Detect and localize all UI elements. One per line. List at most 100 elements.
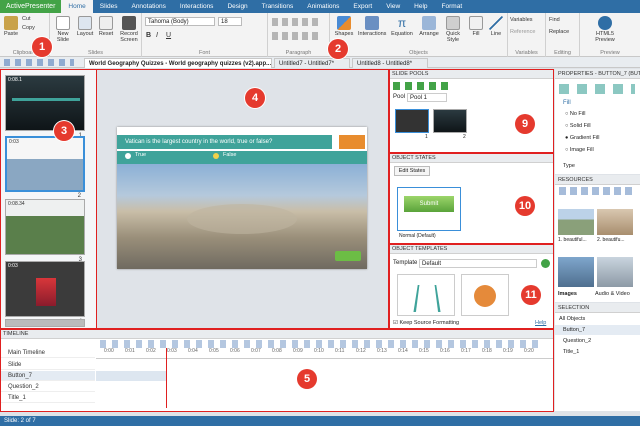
slide-thumb-1[interactable]: 0:08.1 1 [5, 75, 85, 139]
reference-button[interactable]: Reference [510, 29, 535, 35]
properties-panel: PROPERTIES - BUTTON_7 (BUTTON) Fill ○ No… [555, 69, 640, 174]
template-planet[interactable] [461, 274, 509, 316]
fill-option-none[interactable]: ○ No Fill [565, 111, 585, 117]
menu-tab-home[interactable]: Home [61, 0, 93, 13]
line-button[interactable]: Line [488, 16, 504, 37]
help-link[interactable]: Help [535, 320, 546, 326]
interactions-button[interactable]: Interactions [358, 16, 386, 37]
timeline-row[interactable]: Slide [0, 360, 95, 370]
resources-toolbar[interactable] [559, 187, 635, 195]
selection-item[interactable]: Title_1 [563, 349, 579, 355]
selection-item[interactable]: Button_7 [555, 325, 640, 335]
shapes-button[interactable]: Shapes [334, 16, 354, 37]
timeline-row[interactable]: Title_1 [0, 393, 95, 403]
selection-item[interactable]: Question_2 [563, 338, 591, 344]
editing-group-label: Editing [554, 50, 571, 56]
menu-tab-transitions[interactable]: Transitions [255, 0, 301, 13]
type-label: Type [563, 163, 575, 169]
copy-button[interactable]: Copy [22, 25, 35, 31]
doc-tab-world-geography[interactable]: World Geography Quizzes - World geograph… [84, 58, 272, 68]
arrange-button[interactable]: Arrange [418, 16, 440, 37]
equation-button[interactable]: π Equation [390, 16, 414, 37]
variables-group-label: Variables [515, 50, 538, 56]
resource-image-1[interactable] [558, 209, 594, 235]
find-button[interactable]: Find [549, 17, 560, 23]
new-slide-button[interactable]: New Slide [53, 16, 73, 43]
font-name-select[interactable]: Tahoma (Body) [145, 17, 215, 26]
slide-thumb-3[interactable]: 0:08.34 3 [5, 199, 85, 263]
alignment-controls[interactable] [272, 32, 322, 40]
menu-tab-animations[interactable]: Animations [300, 0, 346, 13]
replace-button[interactable]: Replace [549, 29, 569, 35]
menu-tab-help[interactable]: Help [407, 0, 434, 13]
add-template-icon[interactable] [541, 259, 550, 268]
resource-image-4[interactable] [597, 257, 633, 287]
fill-option-solid[interactable]: ○ Solid Fill [565, 123, 591, 129]
timeline-row[interactable]: Question_2 [0, 382, 95, 392]
selection-item[interactable]: All Objects [559, 316, 585, 322]
pool-slide-1[interactable] [395, 109, 429, 133]
tab-images[interactable]: Images [558, 291, 577, 297]
main-timeline-select[interactable]: Main Timeline [0, 348, 95, 358]
resource-image-3[interactable] [558, 257, 594, 287]
slide-thumb-4[interactable]: 0:03 4 [5, 261, 85, 325]
play-icon [598, 16, 612, 30]
app-menu-button[interactable]: ActivePresenter [0, 0, 62, 13]
paragraph-controls[interactable] [272, 18, 322, 26]
variables-button[interactable]: Variables [510, 17, 533, 23]
edit-states-button[interactable]: Edit States [394, 166, 430, 176]
radio-true[interactable] [125, 153, 131, 159]
fill-option-gradient[interactable]: ● Gradient Fill [565, 135, 600, 141]
slide-thumb-5[interactable] [5, 319, 85, 327]
template-select[interactable]: Default [419, 259, 537, 268]
doc-tab-untitled7[interactable]: Untitled7 - Untitled7* [274, 58, 350, 68]
menu-tab-annotations[interactable]: Annotations [124, 0, 172, 13]
slide-thumb-2[interactable]: 0:03 2 [5, 136, 85, 199]
pool-tab[interactable]: Pool 1 [407, 93, 447, 102]
timeline-ruler[interactable]: 0:00 0:01 0:02 0:03 0:04 0:05 0:06 0:07 0:08 0:09… [96, 348, 554, 359]
menu-tab-format[interactable]: Format [435, 0, 470, 13]
record-screen-button[interactable]: Record Screen [117, 16, 141, 43]
radio-false[interactable] [213, 153, 219, 159]
state-thumbnail[interactable]: Submit [397, 187, 461, 231]
menu-tab-slides[interactable]: Slides [93, 0, 125, 13]
reset-button[interactable]: Reset [97, 16, 115, 37]
quick-style-icon [446, 16, 460, 30]
paste-button[interactable]: Paste [3, 16, 19, 37]
timeline-row[interactable]: Button_7 [0, 371, 95, 381]
menu-tab-interactions[interactable]: Interactions [173, 0, 221, 13]
quick-access-toolbar[interactable] [4, 59, 74, 66]
template-compass[interactable] [397, 274, 455, 316]
html5-preview-button[interactable]: HTML5 Preview [590, 16, 620, 43]
cut-button[interactable]: Cut [22, 16, 31, 22]
marker-9: 9 [515, 114, 535, 134]
layout-button[interactable]: Layout [76, 16, 94, 37]
properties-tabs[interactable] [559, 84, 635, 94]
pool-slide-2[interactable] [433, 109, 467, 133]
question-accent [339, 135, 365, 149]
tab-audio-video[interactable]: Audio & Video [595, 291, 630, 297]
menu-tab-export[interactable]: Export [346, 0, 379, 13]
submit-button[interactable] [335, 251, 361, 261]
button-7-track[interactable] [96, 371, 166, 381]
fill-option-image[interactable]: ○ Image Fill [565, 147, 594, 153]
piazza-shape [187, 204, 297, 234]
slide-canvas[interactable]: Vatican is the largest country in the wo… [117, 127, 367, 269]
menu-tab-view[interactable]: View [379, 0, 407, 13]
marker-1: 1 [32, 37, 52, 57]
underline-button[interactable]: U [166, 32, 171, 39]
italic-button[interactable]: I [156, 32, 158, 39]
pool-toolbar[interactable] [393, 82, 453, 90]
bold-button[interactable]: B [146, 32, 151, 39]
font-group-label: Font [198, 50, 210, 56]
timeline-toolbar[interactable] [100, 340, 540, 348]
fill-section[interactable]: Fill [563, 100, 571, 106]
menu-tab-design[interactable]: Design [220, 0, 254, 13]
quick-style-button[interactable]: Quick Style [442, 16, 464, 43]
doc-tab-untitled8[interactable]: Untitled8 - Untitled8* [352, 58, 428, 68]
fill-button[interactable]: Fill [468, 16, 484, 37]
resource-image-2[interactable] [597, 209, 633, 235]
keep-source-checkbox[interactable]: ☑ Keep Source Formatting [393, 320, 459, 326]
font-size-select[interactable]: 18 [218, 17, 242, 26]
playhead[interactable] [166, 348, 167, 408]
